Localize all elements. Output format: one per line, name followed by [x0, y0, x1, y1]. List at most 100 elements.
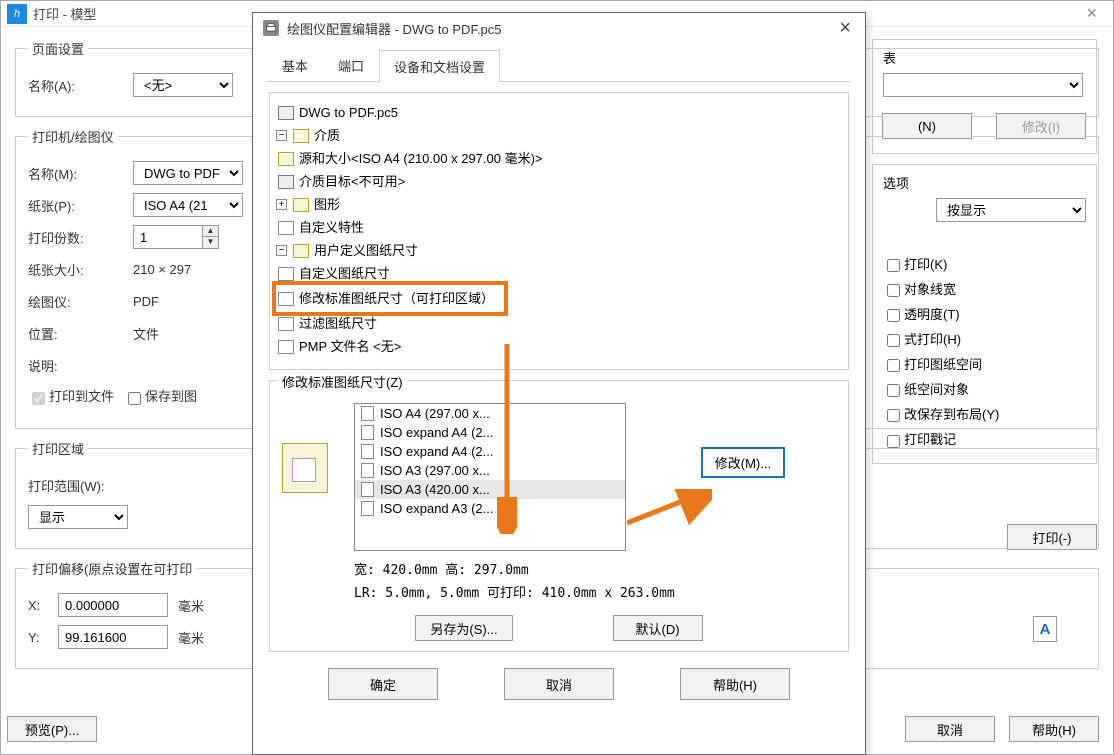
doc-icon	[361, 444, 374, 459]
list-item[interactable]: ISO expand A4 (2...	[355, 423, 625, 442]
list-item[interactable]: ISO A3 (420.00 x...	[355, 480, 625, 499]
bg-help-button[interactable]: 帮助(H)	[1009, 716, 1099, 742]
printer-legend: 打印机/绘图仪	[28, 127, 118, 146]
x-unit: 毫米	[178, 596, 204, 615]
list-item-label: ISO A3 (297.00 x...	[380, 463, 490, 478]
tree-root[interactable]: DWG to PDF.pc5	[299, 101, 398, 124]
tab-port[interactable]: 端口	[323, 49, 379, 81]
plotter-value: PDF	[133, 294, 159, 309]
tab-basic[interactable]: 基本	[267, 49, 323, 81]
location-value: 文件	[133, 324, 159, 343]
location-label: 位置:	[28, 324, 123, 343]
list-item-label: ISO A3 (420.00 x...	[380, 482, 490, 497]
tab-bar: 基本 端口 设备和文档设置	[267, 49, 851, 82]
list-item[interactable]: ISO expand A3 (2...	[355, 499, 625, 518]
lr-info: LR: 5.0mm, 5.0mm 可打印: 410.0mm x 263.0mm	[354, 582, 675, 601]
list-item-label: ISO expand A3 (2...	[380, 501, 493, 516]
doc-icon	[361, 425, 374, 440]
tree-media[interactable]: 介质	[314, 124, 340, 147]
name-label: 名称(A):	[28, 76, 123, 95]
config-tree[interactable]: DWG to PDF.pc5 − 介质 源和大小<ISO A4 (210.00 x…	[269, 92, 849, 370]
width-height-info: 宽: 420.0mm 高: 297.0mm	[354, 559, 675, 578]
range-label: 打印范围(W):	[28, 476, 105, 495]
check-lineweight[interactable]: 对象线宽	[883, 282, 956, 297]
check-transparency[interactable]: 透明度(T)	[883, 307, 960, 322]
printer-name-select[interactable]: DWG to PDF	[133, 161, 243, 185]
collapse-icon[interactable]: −	[276, 130, 287, 141]
y-label: Y:	[28, 630, 48, 645]
paper-size-label: 纸张大小:	[28, 260, 123, 279]
ok-button[interactable]: 确定	[328, 668, 438, 700]
folder-icon	[293, 244, 309, 258]
tree-modify-std-highlighted[interactable]: 修改标准图纸尺寸（可打印区域）	[272, 281, 508, 316]
list-item-label: ISO A4 (297.00 x...	[380, 406, 490, 421]
tree-custom-props[interactable]: 自定义特性	[299, 216, 364, 239]
list-item[interactable]: ISO A3 (297.00 x...	[355, 461, 625, 480]
save-to-image-checkbox[interactable]: 保存到图	[124, 386, 197, 407]
expand-icon[interactable]: +	[276, 199, 287, 210]
plotter-label: 绘图仪:	[28, 292, 123, 311]
tree-media-target[interactable]: 介质目标<不可用>	[299, 170, 405, 193]
modal-close-icon[interactable]: ×	[835, 17, 855, 40]
bg-cancel-button[interactable]: 取消	[905, 716, 995, 742]
shade-select[interactable]: 按显示	[936, 198, 1086, 222]
plotter-config-dialog: 绘图仪配置编辑器 - DWG to PDF.pc5 × 基本 端口 设备和文档设…	[252, 12, 866, 755]
paper-size-list[interactable]: ISO A4 (297.00 x...ISO expand A4 (2...IS…	[354, 403, 626, 551]
print-to-file-checkbox[interactable]: 打印到文件	[28, 386, 114, 407]
modify-std-section: 修改标准图纸尺寸(Z) ISO A4 (297.00 x...ISO expan…	[269, 380, 849, 652]
printer-name-label: 名称(M):	[28, 164, 123, 183]
tree-filter-paper[interactable]: 过滤图纸尺寸	[299, 312, 377, 335]
modal-cancel-button[interactable]: 取消	[504, 668, 614, 700]
app-icon: h	[7, 4, 27, 24]
tree-user-paper[interactable]: 用户定义图纸尺寸	[314, 239, 418, 262]
desc-label: 说明:	[28, 356, 123, 375]
n-button[interactable]: (N)	[882, 113, 972, 139]
modal-title: 绘图仪配置编辑器 - DWG to PDF.pc5	[287, 19, 502, 38]
doc-icon	[278, 317, 294, 331]
doc-icon	[278, 340, 294, 354]
default-button[interactable]: 默认(D)	[613, 615, 703, 641]
page-name-select[interactable]: <无>	[133, 73, 233, 97]
table-label: 表	[883, 48, 1086, 67]
range-select[interactable]: 显示	[28, 505, 128, 529]
doc-icon	[278, 221, 294, 235]
check-paperspace-obj[interactable]: 纸空间对象	[883, 382, 969, 397]
doc-icon	[361, 463, 374, 478]
doc-icon	[361, 501, 374, 516]
modal-help-button[interactable]: 帮助(H)	[680, 668, 790, 700]
tree-source-size[interactable]: 源和大小<ISO A4 (210.00 x 297.00 毫米)>	[299, 147, 543, 170]
list-item[interactable]: ISO A4 (297.00 x...	[355, 404, 625, 423]
folder-icon	[293, 198, 309, 212]
folder-icon	[293, 129, 309, 143]
apply-print-button[interactable]: 打印(-)	[1007, 524, 1097, 550]
save-as-button[interactable]: 另存为(S)...	[415, 615, 512, 641]
window-title: 打印 - 模型	[33, 4, 97, 23]
copies-spinner[interactable]: ▲▼	[133, 225, 219, 249]
modal-titlebar: 绘图仪配置编辑器 - DWG to PDF.pc5 ×	[253, 13, 865, 43]
list-item[interactable]: ISO expand A4 (2...	[355, 442, 625, 461]
check-print-k[interactable]: 打印(K)	[883, 257, 947, 272]
check-save-layout[interactable]: 改保存到布局(Y)	[883, 407, 999, 422]
preview-button[interactable]: 预览(P)...	[7, 716, 97, 742]
paper-select[interactable]: ISO A4 (21	[133, 193, 243, 217]
a-icon[interactable]: A	[1033, 616, 1057, 642]
modify-m-button[interactable]: 修改(M)...	[701, 447, 785, 478]
printer-icon	[263, 20, 279, 36]
check-paperspace[interactable]: 打印图纸空间	[883, 357, 982, 372]
section-label: 修改标准图纸尺寸(Z)	[278, 372, 407, 391]
paper-size-value: 210 × 297	[133, 262, 191, 277]
close-icon[interactable]: ×	[1076, 3, 1107, 24]
check-stamp[interactable]: 打印戳记	[883, 432, 956, 447]
modal-button-row: 确定 取消 帮助(H)	[269, 668, 849, 700]
tab-device[interactable]: 设备和文档设置	[379, 50, 500, 82]
tree-pmp-file[interactable]: PMP 文件名 <无>	[299, 335, 401, 358]
paper-preview-icon	[282, 443, 328, 493]
x-input[interactable]	[58, 593, 168, 617]
table-select[interactable]	[883, 73, 1083, 97]
y-input[interactable]	[58, 625, 168, 649]
collapse-icon[interactable]: −	[276, 245, 287, 256]
doc-icon	[278, 292, 294, 306]
tree-graphics[interactable]: 图形	[314, 193, 340, 216]
check-style-print[interactable]: 式打印(H)	[883, 332, 961, 347]
printer-icon	[278, 106, 294, 120]
